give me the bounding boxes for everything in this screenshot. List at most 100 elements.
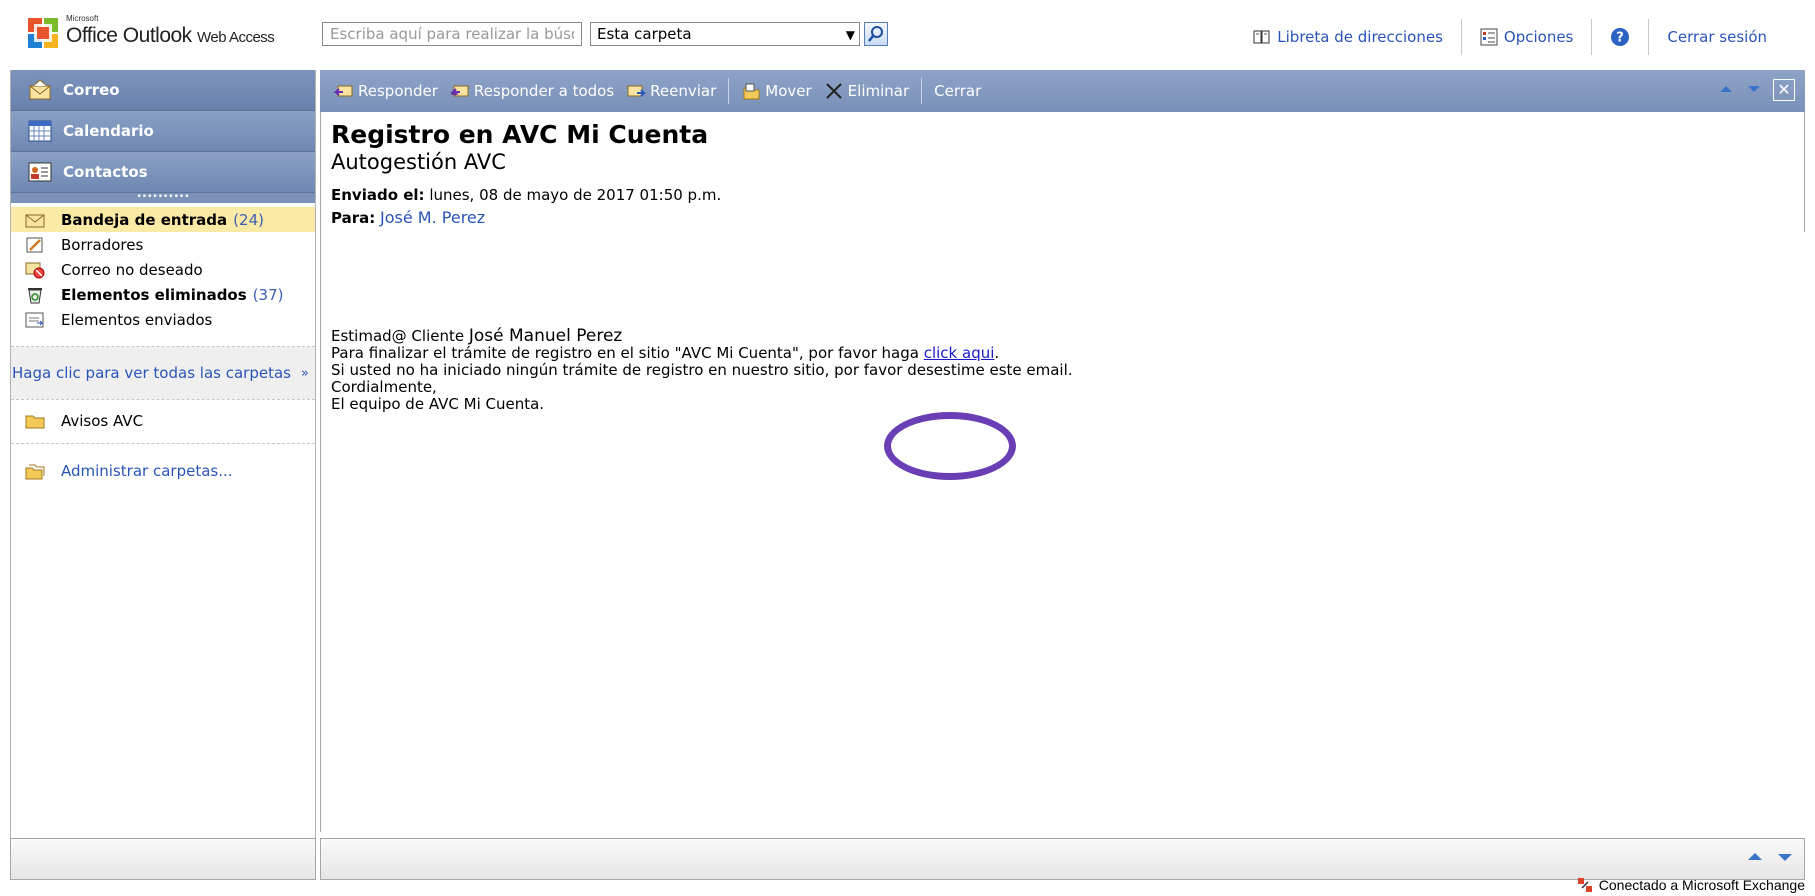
nav-calendar[interactable]: Calendario [11,111,315,152]
folder-inbox[interactable]: Bandeja de entrada (24) [11,207,315,232]
reply-all-button[interactable]: Responder a todos [444,82,620,100]
next-message-icon[interactable] [1745,81,1763,99]
manage-folders-icon [25,464,45,479]
delete-label: Eliminar [847,82,910,100]
divider [11,443,315,444]
recipient-link[interactable]: José M. Perez [380,208,485,227]
body-line-1: Para finalizar el trámite de registro en… [331,345,1805,362]
options-link[interactable]: Opciones [1462,19,1591,55]
folder-label: Elementos eliminados [61,285,247,304]
manage-folders-label: Administrar carpetas... [61,461,233,480]
search-button[interactable] [864,22,888,46]
calendar-icon [28,120,52,142]
connection-status: Conectado a Microsoft Exchange [1577,877,1805,893]
move-button[interactable]: Mover [735,82,817,100]
search-scope-select[interactable]: Esta carpeta ▼ [590,22,860,46]
address-book-link[interactable]: Libreta de direcciones [1235,19,1461,55]
body-line-4: El equipo de AVC Mi Cuenta. [331,395,545,413]
to-label: Para: [331,209,376,227]
logo-product: Office Outlook Web Access [66,24,275,48]
logo-product-name: Office Outlook [66,24,192,47]
close-label: Cerrar [934,82,982,100]
folder-label: Borradores [61,235,144,254]
nav-mail[interactable]: Correo [11,70,315,111]
move-label: Mover [765,82,812,100]
folder-list: Bandeja de entrada (24) Borradores Corre… [11,203,315,332]
unread-count: (24) [233,210,264,229]
left-nav-footer [10,838,316,880]
recipient-name: José Manuel Perez [468,326,623,346]
search-icon [868,26,883,42]
body-line-1-text: Para finalizar el trámite de registro en… [331,344,924,362]
logo-vendor: Microsoft [66,14,99,23]
registration-link[interactable]: click aqui [924,344,995,362]
body-line-3: Cordialmente, [331,378,437,396]
next-item-icon[interactable] [1776,849,1794,865]
junk-icon [25,262,45,278]
logo-product-suffix: Web Access [197,29,275,46]
folder-label: Avisos AVC [61,411,144,430]
reading-pane: Responder Responder a todos Reenviar Mov… [320,70,1805,880]
close-message-button[interactable]: Cerrar [928,82,987,100]
reply-all-label: Responder a todos [473,82,615,100]
chevron-double-down-icon: » [300,365,309,381]
address-book-icon [1253,30,1270,44]
greeting-line: Estimad@ Cliente José Manuel Perez [331,328,1805,345]
message-body: Estimad@ Cliente José Manuel Perez Para … [320,232,1805,832]
deleted-icon [28,287,42,303]
previous-message-icon[interactable] [1717,81,1735,99]
folder-avisos-avc[interactable]: Avisos AVC [11,408,315,433]
sent-value: lunes, 08 de mayo de 2017 01:50 p.m. [429,186,722,204]
svg-text:?: ? [1617,31,1625,46]
folder-deleted[interactable]: Elementos eliminados (37) [11,282,315,307]
status-text: Conectado a Microsoft Exchange [1598,877,1805,893]
nav-resize-grip[interactable]: •••••••••• [11,193,315,203]
nav-contacts[interactable]: Contactos [11,152,315,193]
sent-icon [25,312,44,327]
reply-button[interactable]: Responder [328,82,444,100]
help-icon: ? [1611,28,1630,46]
reading-pane-footer [320,838,1805,880]
toolbar-right: ✕ [1717,79,1795,101]
show-all-folders-link[interactable]: Haga clic para ver todas las carpetas » [11,347,315,399]
reply-label: Responder [358,82,438,100]
options-icon [1480,28,1498,46]
unread-count: (37) [252,285,284,304]
search-input[interactable] [322,22,582,46]
office-logo-icon [28,18,58,48]
forward-button[interactable]: Reenviar [620,82,722,100]
greeting: Estimad@ Cliente [331,327,465,345]
body-line-2: Si usted no ha iniciado ningún trámite d… [331,361,1073,379]
nav-mail-label: Correo [63,81,120,99]
folder-drafts[interactable]: Borradores [11,232,315,257]
dropdown-arrow-icon: ▼ [845,28,855,42]
close-icon[interactable]: ✕ [1773,79,1795,101]
move-icon [743,83,760,100]
logout-link[interactable]: Cerrar sesión [1649,19,1785,55]
footer-nav [1746,849,1794,865]
sent-label: Enviado el: [331,186,425,204]
help-button[interactable]: ? [1592,19,1648,55]
message-sender: Autogestión AVC [331,150,506,174]
message-toolbar: Responder Responder a todos Reenviar Mov… [320,70,1805,112]
delete-icon [825,83,842,99]
manage-folders-link[interactable]: Administrar carpetas... [11,458,315,483]
top-links: Libreta de direcciones Opciones ? Cerrar… [1235,18,1785,56]
reply-icon [334,85,353,97]
options-label: Opciones [1503,28,1574,46]
folder-sent[interactable]: Elementos enviados [11,307,315,332]
folder-label: Bandeja de entrada [61,210,228,229]
drafts-icon [26,237,43,252]
folder-junk[interactable]: Correo no deseado [11,257,315,282]
previous-item-icon[interactable] [1746,849,1764,865]
recipient-row: Para: José M. Perez [331,208,1804,227]
message-header: Registro en AVC Mi Cuenta Autogestión AV… [320,112,1805,232]
show-all-folders-label: Haga clic para ver todas las carpetas [12,364,291,382]
toolbar-separator [728,78,730,104]
forward-icon [627,85,647,97]
search-scope-value: Esta carpeta [597,25,692,43]
mail-icon [29,79,51,100]
forward-label: Reenviar [650,82,717,100]
folder-label: Elementos enviados [61,310,213,329]
delete-button[interactable]: Eliminar [818,82,915,100]
